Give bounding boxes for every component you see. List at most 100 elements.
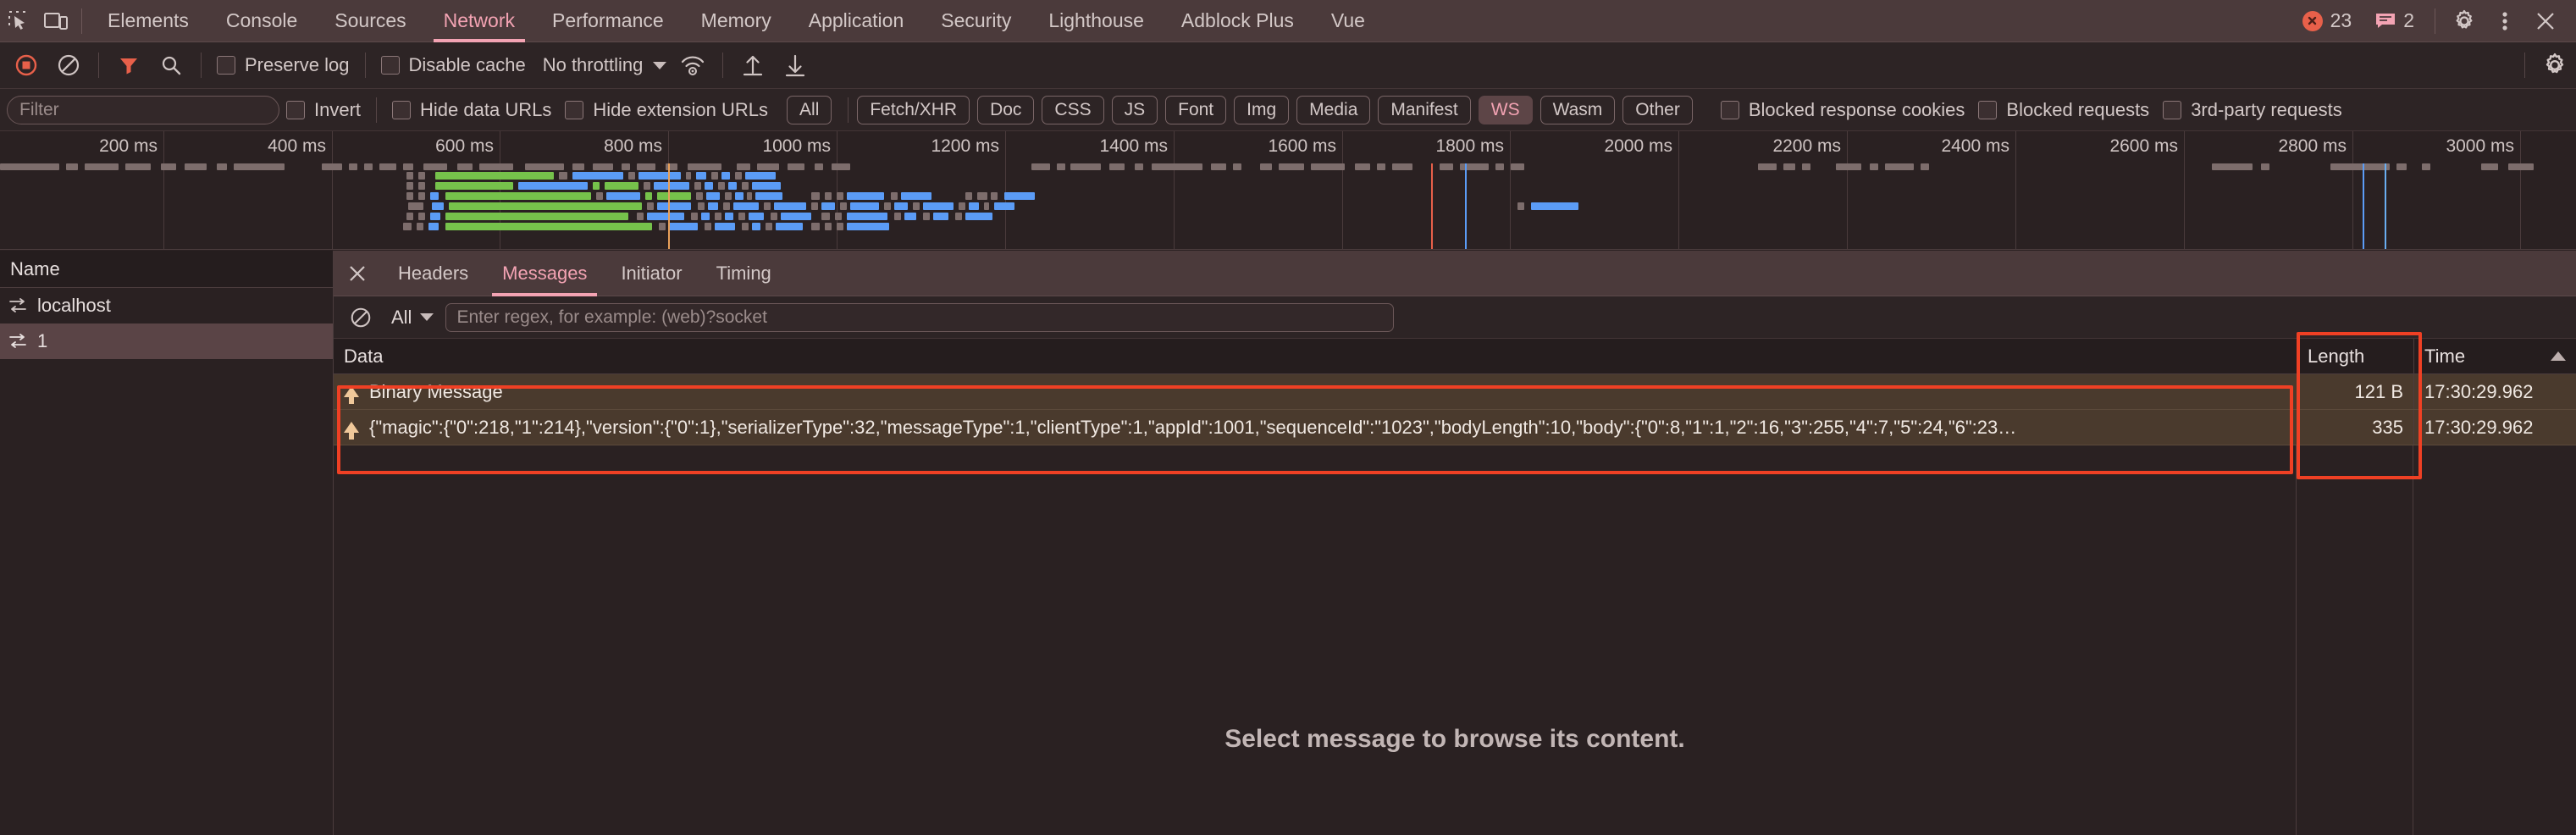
message-counter[interactable]: 2: [2365, 9, 2424, 32]
column-header-length[interactable]: Length: [2297, 339, 2413, 373]
tab-lighthouse[interactable]: Lighthouse: [1030, 0, 1163, 42]
invert-checkbox[interactable]: Invert: [279, 99, 368, 121]
clear-button[interactable]: [47, 42, 90, 89]
tab-label: Network: [443, 9, 515, 31]
message-row[interactable]: Binary Message 121 B 17:30:29.962: [334, 374, 2576, 410]
disable-cache-checkbox[interactable]: Disable cache: [374, 54, 533, 76]
requests-name-column-header[interactable]: Name: [0, 251, 333, 288]
filter-icon[interactable]: [108, 42, 150, 89]
type-filter-manifest[interactable]: Manifest: [1378, 95, 1471, 124]
overview-request-bar: [479, 163, 513, 170]
tab-memory[interactable]: Memory: [683, 0, 790, 42]
close-detail-icon[interactable]: [334, 251, 381, 296]
tab-security[interactable]: Security: [922, 0, 1030, 42]
messages-table: Data Length Time Binary Message 121 B 17…: [334, 339, 2576, 445]
messages-table-body-empty: [334, 445, 2576, 835]
hide-extension-urls-checkbox[interactable]: Hide extension URLs: [558, 99, 775, 121]
type-filter-all[interactable]: All: [787, 95, 832, 124]
overview-request-bar: [1870, 163, 1878, 170]
overview-request-bar: [645, 192, 652, 200]
request-row-localhost[interactable]: localhost: [0, 288, 333, 323]
overview-gridline: [1847, 131, 1848, 249]
message-row[interactable]: {"magic":{"0":218,"1":214},"version":{"0…: [334, 410, 2576, 445]
detail-tab-headers[interactable]: Headers: [381, 251, 485, 296]
message-count: 2: [2403, 9, 2414, 31]
detail-tab-initiator[interactable]: Initiator: [604, 251, 699, 296]
import-har-icon[interactable]: [732, 42, 774, 89]
overview-request-bar: [847, 213, 887, 220]
overview-request-bar: [406, 192, 413, 200]
overview-gridline: [332, 131, 333, 249]
websocket-icon: [9, 298, 26, 312]
type-filter-wasm[interactable]: Wasm: [1540, 95, 1616, 124]
chevron-down-icon[interactable]: [420, 313, 434, 321]
tab-elements[interactable]: Elements: [89, 0, 207, 42]
type-filter-other[interactable]: Other: [1622, 95, 1693, 124]
tab-console[interactable]: Console: [207, 0, 316, 42]
message-type-select[interactable]: All: [379, 307, 420, 329]
device-toolbar-icon[interactable]: [37, 0, 75, 42]
column-header-label: Time: [2424, 345, 2466, 367]
column-header-data[interactable]: Data: [334, 339, 2297, 373]
detail-tab-timing[interactable]: Timing: [699, 251, 788, 296]
close-icon[interactable]: [2527, 0, 2564, 42]
type-filter-js[interactable]: JS: [1111, 95, 1158, 124]
type-filter-font[interactable]: Font: [1165, 95, 1227, 124]
message-regex-input[interactable]: [445, 302, 1395, 332]
type-filter-img[interactable]: Img: [1234, 95, 1290, 124]
throttling-select[interactable]: No throttling: [533, 54, 654, 76]
third-party-requests-checkbox[interactable]: 3rd-party requests: [2156, 99, 2349, 121]
chevron-down-icon[interactable]: [653, 61, 667, 69]
type-filter-doc[interactable]: Doc: [977, 95, 1035, 124]
type-filter-fetch-xhr[interactable]: Fetch/XHR: [857, 95, 970, 124]
column-header-time[interactable]: Time: [2413, 339, 2576, 373]
detail-tab-messages[interactable]: Messages: [485, 251, 604, 296]
overview-request-bar: [725, 213, 733, 220]
kebab-menu-icon[interactable]: [2486, 0, 2523, 42]
network-conditions-icon[interactable]: [672, 42, 714, 89]
overview-request-bar: [1531, 202, 1578, 210]
type-filter-ws[interactable]: WS: [1478, 95, 1533, 124]
tab-application[interactable]: Application: [790, 0, 923, 42]
pill-label: Font: [1178, 99, 1214, 119]
inspect-element-icon[interactable]: [0, 0, 37, 42]
tab-vue[interactable]: Vue: [1313, 0, 1384, 42]
tab-label: Elements: [108, 9, 189, 31]
tab-adblock-plus[interactable]: Adblock Plus: [1163, 0, 1313, 42]
network-settings-gear-icon[interactable]: [2534, 42, 2576, 89]
tab-performance[interactable]: Performance: [533, 0, 683, 42]
search-icon[interactable]: [150, 42, 192, 89]
overview-request-bar: [738, 213, 745, 220]
overview-request-bar: [850, 202, 879, 210]
export-har-icon[interactable]: [774, 42, 816, 89]
overview-request-bar: [2422, 163, 2430, 170]
overview-tick-label: 1000 ms: [762, 136, 831, 156]
gear-icon[interactable]: [2446, 0, 2483, 42]
overview-request-bar: [418, 213, 425, 220]
hide-data-urls-checkbox[interactable]: Hide data URLs: [385, 99, 558, 121]
blocked-response-cookies-checkbox[interactable]: Blocked response cookies: [1714, 99, 1972, 121]
pill-label: Other: [1635, 99, 1680, 119]
tab-sources[interactable]: Sources: [316, 0, 424, 42]
overview-request-bar: [776, 223, 803, 230]
overview-request-bar: [435, 172, 554, 180]
overview-request-bar: [457, 163, 473, 170]
clear-messages-icon[interactable]: [342, 296, 379, 339]
error-counter[interactable]: 23: [2292, 9, 2363, 32]
record-button[interactable]: [5, 42, 47, 89]
network-overview[interactable]: 200 ms 400 ms 600 ms 800 ms 1000 ms 1200 ms 14…: [0, 131, 2576, 250]
filter-input[interactable]: [7, 95, 279, 124]
overview-request-bar: [647, 202, 654, 210]
request-row-1[interactable]: 1: [0, 323, 333, 359]
overview-request-bar: [2212, 163, 2253, 170]
blocked-requests-checkbox[interactable]: Blocked requests: [1971, 99, 2156, 121]
type-filter-css[interactable]: CSS: [1042, 95, 1104, 124]
preserve-log-checkbox[interactable]: Preserve log: [210, 54, 357, 76]
tab-network[interactable]: Network: [425, 0, 533, 42]
select-value: All: [391, 306, 412, 328]
checkbox-box: [380, 56, 400, 75]
overview-request-bar: [835, 213, 842, 220]
overview-request-bar: [847, 192, 884, 200]
overview-request-bar: [445, 192, 591, 200]
type-filter-media[interactable]: Media: [1296, 95, 1371, 124]
